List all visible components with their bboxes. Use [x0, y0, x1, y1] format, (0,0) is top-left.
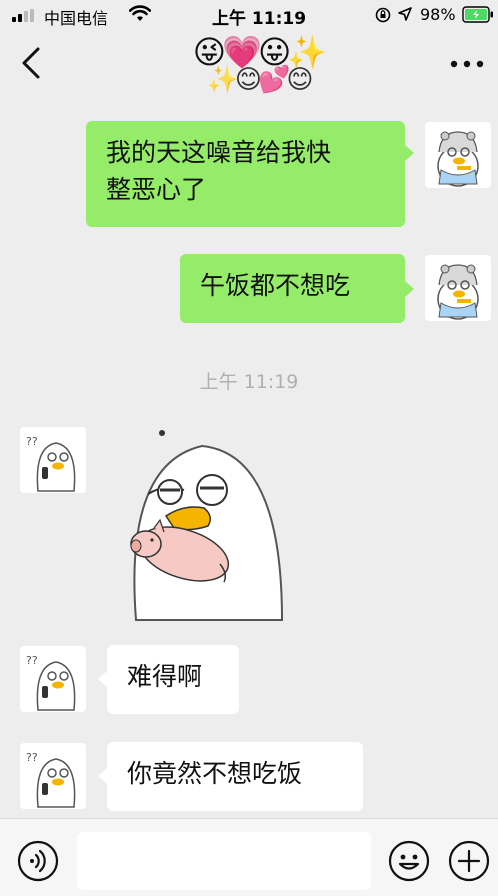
carrier-name: 中国电信 — [44, 9, 109, 28]
message-bubble-received[interactable]: 你竟然不想吃饭 — [107, 742, 363, 811]
avatar-self[interactable] — [425, 122, 491, 188]
avatar-contact[interactable]: ?? — [20, 427, 86, 493]
wifi-icon — [129, 5, 151, 21]
message-text: 难得啊 — [127, 662, 203, 691]
message-text: 你竟然不想吃饭 — [127, 759, 303, 788]
duck-phone-avatar-icon: ?? — [26, 435, 76, 492]
voice-icon[interactable] — [17, 840, 59, 882]
svg-text:??: ?? — [26, 435, 38, 448]
chat-header: 😜💗😛✨ ✨😊💕😊 — [0, 30, 498, 98]
signal-icon — [12, 9, 34, 22]
avatar-contact[interactable]: ?? — [20, 646, 86, 712]
bubble-tail — [405, 281, 414, 297]
location-icon — [398, 7, 412, 21]
chat-title-emoji-row2: ✨😊💕😊 — [206, 65, 314, 95]
message-timestamp: 上午 11:19 — [199, 371, 299, 393]
message-text-line: 我的天这噪音给我快 — [106, 138, 332, 167]
message-bubble-received[interactable]: 难得啊 — [107, 645, 239, 714]
message-text-line: 整恶心了 — [106, 175, 207, 204]
duck-grandma-avatar-icon — [437, 131, 479, 187]
message-input[interactable] — [77, 832, 371, 890]
message-bubble-sent[interactable]: 我的天这噪音给我快 整恶心了 — [86, 121, 405, 227]
chat-title-emoji-row1: 😜💗😛✨ — [192, 33, 327, 71]
rotation-lock-icon — [375, 7, 391, 23]
message-bubble-sent[interactable]: 午饭都不想吃 — [180, 254, 405, 323]
avatar-contact[interactable]: ?? — [20, 743, 86, 809]
input-bar — [0, 818, 498, 896]
bubble-tail — [405, 145, 414, 161]
emoji-icon[interactable] — [388, 840, 430, 882]
battery-percent: 98% — [420, 5, 456, 24]
svg-text:??: ?? — [26, 654, 38, 667]
chat-title: 😜💗😛✨ ✨😊💕😊 — [178, 36, 338, 98]
message-text: 午饭都不想吃 — [200, 271, 351, 300]
avatar-self[interactable] — [425, 255, 491, 321]
svg-text:??: ?? — [26, 751, 38, 764]
duck-grandma-avatar-icon — [437, 264, 479, 320]
bubble-tail — [98, 768, 107, 784]
duck-phone-avatar-icon: ?? — [26, 654, 76, 711]
duck-holding-pig-sticker[interactable] — [124, 424, 294, 624]
status-bar: 中国电信 上午 11:19 98% — [0, 0, 498, 30]
plus-icon[interactable] — [448, 840, 490, 882]
more-dots-icon[interactable] — [450, 60, 484, 68]
battery-icon — [462, 6, 493, 23]
status-time: 上午 11:19 — [212, 9, 307, 29]
chevron-left-icon[interactable] — [20, 46, 42, 80]
duck-phone-avatar-icon: ?? — [26, 751, 76, 808]
bubble-tail — [98, 671, 107, 687]
